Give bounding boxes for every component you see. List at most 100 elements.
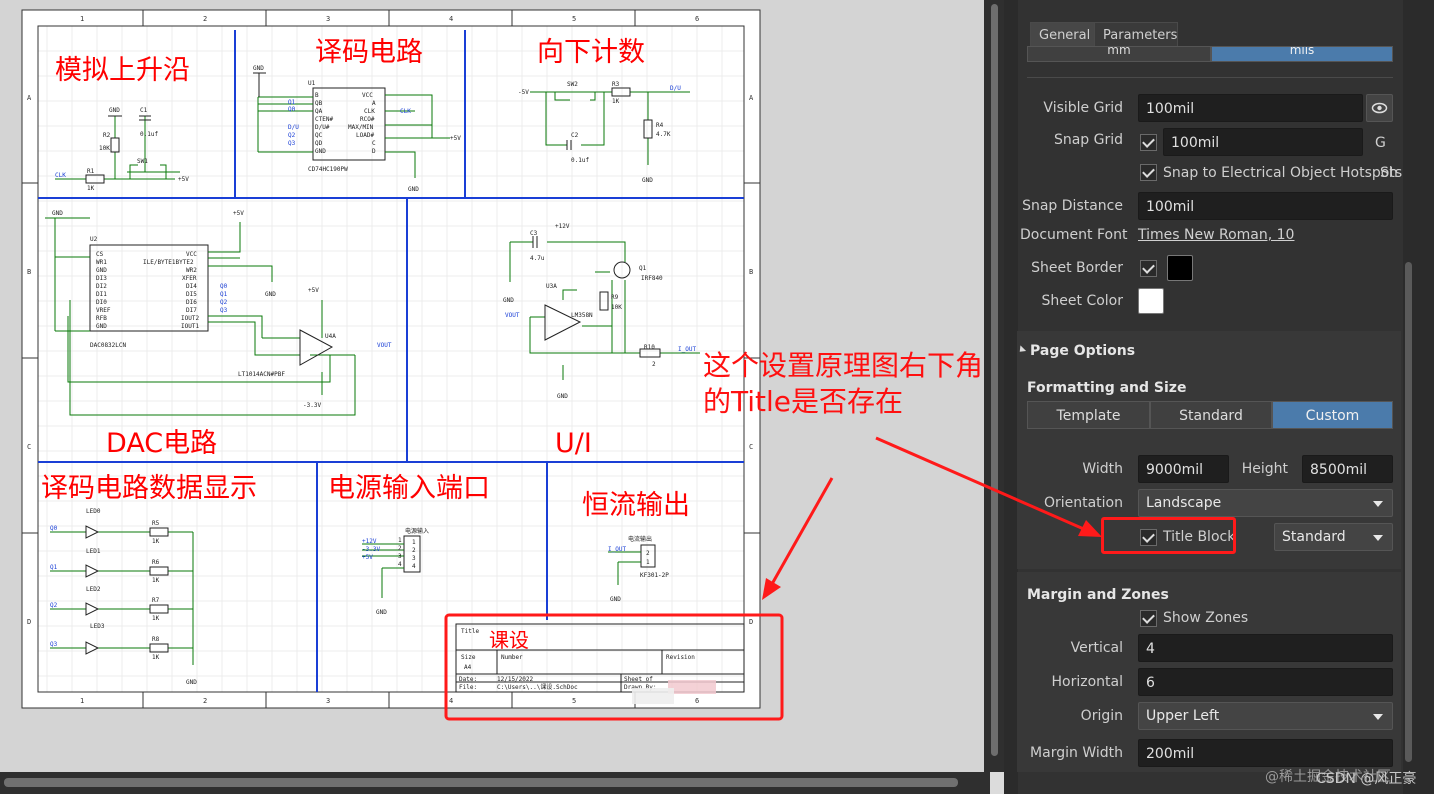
pwr-title: 电源输入	[405, 527, 429, 535]
snap-distance-input[interactable]: 100mil	[1138, 192, 1393, 220]
u1-pin: B	[315, 92, 319, 99]
v5-label: +5V	[233, 210, 244, 217]
u1-net: Q0	[288, 106, 296, 113]
u2-net: Q0	[220, 283, 228, 290]
u1-pin: QB	[315, 100, 323, 107]
tab-general[interactable]: General	[1030, 22, 1096, 47]
col-number: 1	[80, 15, 84, 23]
tab-parameters[interactable]: Parameters	[1094, 22, 1178, 48]
region-title-dac: DAC电路	[106, 428, 217, 459]
u2-pin: DI1	[96, 291, 107, 298]
region-title-down-count: 向下计数	[537, 37, 645, 68]
gnd-label: GND	[557, 393, 568, 400]
r3-value: 1K	[612, 98, 620, 105]
units-mm-button[interactable]: mm	[1027, 46, 1211, 62]
u2-pin: DI3	[96, 275, 107, 282]
pwr-net: -3.3V	[362, 546, 380, 553]
sheet-border-color-swatch[interactable]	[1167, 255, 1193, 281]
u1-label: U1	[308, 80, 316, 87]
u2-pin: XFER	[182, 275, 197, 282]
title-block-number-label: Number	[501, 654, 523, 661]
title-block-style-dropdown[interactable]: Standard	[1274, 523, 1393, 551]
horizontal-label: Horizontal	[1051, 674, 1123, 690]
scroll-thumb[interactable]	[1405, 262, 1412, 762]
led-res-value: 1K	[152, 538, 160, 545]
height-input[interactable]: 8500mil	[1302, 455, 1393, 483]
panel-scrollbar[interactable]	[1403, 0, 1423, 794]
document-font-label: Document Font	[1020, 227, 1128, 243]
sheet-color-swatch[interactable]	[1138, 288, 1164, 314]
u2-pin: DI2	[96, 283, 107, 290]
col-number: 2	[203, 697, 207, 705]
orientation-dropdown[interactable]: Landscape	[1138, 489, 1393, 517]
neg5-label: -5V	[518, 89, 529, 96]
c1-label: C1	[140, 107, 148, 114]
margin-width-input[interactable]: 200mil	[1138, 739, 1393, 767]
show-zones-checkbox[interactable]	[1140, 610, 1157, 627]
sheet-border-checkbox[interactable]	[1140, 260, 1157, 277]
c2-label: C2	[571, 132, 579, 139]
units-mm-label: mm	[1107, 46, 1131, 57]
snap-grid-input[interactable]: 100mil	[1163, 128, 1363, 156]
r9-value: 10K	[611, 304, 622, 311]
u1-pin: D	[372, 148, 376, 155]
c3-value: 4.7u	[530, 255, 545, 262]
snap-hotspots-checkbox[interactable]	[1140, 164, 1157, 181]
r4-label: R4	[656, 122, 664, 129]
pwr-pin: 4	[398, 561, 402, 568]
units-mils-button[interactable]: mils	[1211, 46, 1393, 62]
horizontal-scrollbar[interactable]	[0, 772, 990, 794]
vertical-input[interactable]: 4	[1138, 634, 1393, 662]
title-block-title-value: 课设	[489, 628, 529, 652]
r2-value: 10K	[99, 145, 110, 152]
led-res-value: 1K	[152, 654, 160, 661]
format-template-tab[interactable]: Template	[1027, 401, 1150, 429]
col-number: 6	[695, 15, 699, 23]
v5-label: +5V	[308, 287, 319, 294]
v12-label: +12V	[555, 223, 570, 230]
pwr-pin: 1	[412, 539, 416, 546]
cur-title: 电流输出	[628, 535, 652, 543]
origin-dropdown[interactable]: Upper Left	[1138, 702, 1393, 730]
u2-part: DAC0832LCN	[90, 342, 127, 349]
u2-pin: VCC	[186, 251, 197, 258]
scroll-thumb[interactable]	[4, 778, 958, 787]
visible-grid-input[interactable]: 100mil	[1138, 94, 1363, 122]
visible-grid-toggle-button[interactable]	[1366, 94, 1393, 122]
format-custom-tab[interactable]: Custom	[1272, 401, 1393, 429]
r2-label: R2	[103, 132, 111, 139]
width-input[interactable]: 9000mil	[1138, 455, 1229, 483]
horizontal-input[interactable]: 6	[1138, 668, 1393, 696]
u2-net: Q3	[220, 307, 228, 314]
gnd-label: GND	[376, 609, 387, 616]
gnd-label: GND	[109, 107, 120, 114]
title-block-size-value: A4	[464, 664, 472, 671]
visible-grid-label: Visible Grid	[1043, 100, 1123, 116]
region-title-power-port: 电源输入端口	[328, 473, 490, 504]
format-standard-tab[interactable]: Standard	[1150, 401, 1272, 429]
cur-net: I_OUT	[608, 546, 626, 553]
pwr-pin: 2	[398, 545, 402, 552]
u2-label: U2	[90, 236, 98, 243]
u1-pin: LOAD#	[356, 132, 374, 139]
led-res-value: 1K	[152, 615, 160, 622]
document-font-link[interactable]: Times New Roman, 10	[1138, 227, 1294, 243]
title-block-date-label: Date:	[459, 676, 477, 683]
u2-net: Q2	[220, 299, 228, 306]
region-title-const-current: 恒流输出	[582, 490, 690, 521]
u2-pin: DI5	[186, 291, 197, 298]
col-number: 3	[326, 697, 330, 705]
row-letter: D	[749, 618, 753, 626]
col-number: 4	[449, 697, 453, 705]
led-res: R5	[152, 520, 160, 527]
snap-grid-checkbox[interactable]	[1140, 134, 1157, 151]
u2-net: Q1	[220, 291, 228, 298]
u1-pin: D/U#	[315, 124, 330, 131]
u2-pin: DI4	[186, 283, 197, 290]
row-letter: D	[27, 618, 31, 626]
gnd-label: GND	[253, 65, 264, 72]
show-zones-label: Show Zones	[1163, 610, 1249, 626]
vout-label: VOUT	[377, 342, 392, 349]
led-label: LED1	[86, 548, 101, 555]
title-block-file-label: File:	[459, 684, 477, 691]
